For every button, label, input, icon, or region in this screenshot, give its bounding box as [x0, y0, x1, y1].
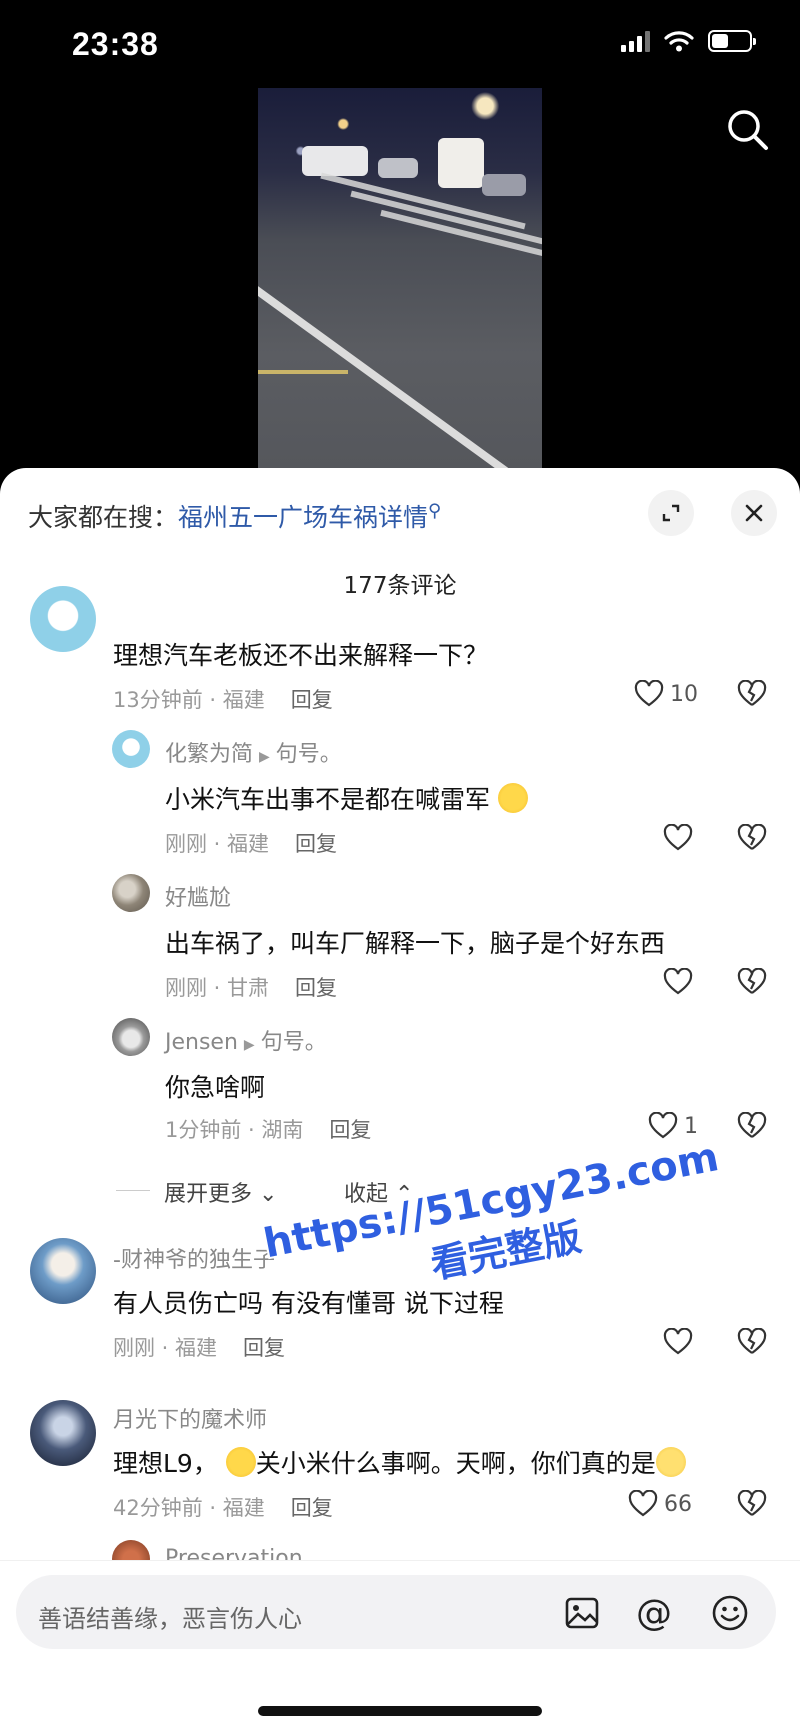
status-bar: 23:38 [0, 0, 800, 90]
close-button[interactable] [731, 490, 777, 536]
broken-heart-icon [737, 1327, 767, 1354]
mention-button[interactable]: @ [634, 1592, 674, 1634]
reply-arrow-icon: ▶ [259, 749, 270, 765]
username[interactable]: 化繁为简 ▶ 句号。 [165, 736, 342, 768]
comment-meta: 刚刚 · 甘肃 回复 [165, 976, 338, 1000]
status-icons [621, 30, 756, 52]
emoji-icon [712, 1595, 748, 1631]
video-thumbnail[interactable] [258, 88, 542, 468]
trending-search[interactable]: 大家都在搜：福州五一广场车祸详情⚲ [28, 498, 441, 534]
chevron-down-icon: ⌄ [259, 1182, 278, 1207]
pleading-emoji-icon [655, 1447, 686, 1477]
comment-input[interactable]: 善语结善缘，恶言伤人心 @ [16, 1575, 776, 1649]
comment-meta: 1分钟前 · 湖南 回复 [165, 1118, 372, 1142]
avatar[interactable] [112, 1018, 150, 1056]
comment-count: 177条评论 [343, 573, 457, 599]
trending-prefix: 大家都在搜： [28, 503, 179, 532]
username[interactable]: 月光下的魔术师 [113, 1402, 267, 1434]
reply-button[interactable]: 回复 [291, 688, 333, 712]
at-icon: @ [636, 1592, 672, 1634]
heart-icon [634, 680, 664, 707]
comment-meta: 刚刚 · 福建 回复 [165, 832, 338, 856]
reply-to: 句号。 [260, 1030, 327, 1055]
chevron-up-icon: ⌃ [395, 1182, 414, 1207]
avatar[interactable] [30, 586, 96, 652]
dislike-button[interactable] [737, 1111, 767, 1144]
expand-icon [662, 504, 680, 522]
comment-text: 小米汽车出事不是都在喊雷军 [165, 780, 528, 816]
avatar[interactable] [30, 1238, 96, 1304]
home-indicator [258, 1706, 542, 1716]
comment-text: 出车祸了，叫车厂解释一下，脑子是个好东西 [165, 929, 666, 958]
sheet-header: 大家都在搜：福州五一广场车祸详情⚲ 177条评论 [0, 468, 800, 599]
heart-icon [663, 824, 693, 851]
comment-text: 有人员伤亡吗 有没有懂哥 说下过程 [113, 1289, 504, 1318]
search-button[interactable] [724, 106, 772, 154]
input-placeholder: 善语结善缘，恶言伤人心 [38, 1605, 302, 1633]
broken-heart-icon [737, 1111, 767, 1138]
reply-button[interactable]: 回复 [291, 1496, 333, 1520]
dislike-button[interactable] [737, 967, 767, 1000]
avatar[interactable] [112, 730, 150, 768]
heart-icon [663, 1328, 693, 1355]
comment-meta: 刚刚 · 福建 回复 [113, 1336, 286, 1360]
like-button[interactable] [663, 1328, 693, 1356]
dislike-button[interactable] [737, 823, 767, 856]
comment-meta: 42分钟前 · 福建 回复 [113, 1496, 333, 1520]
collapse-button[interactable]: 收起 ⌃ [344, 1176, 413, 1208]
like-count: 10 [670, 681, 698, 707]
broken-heart-icon [737, 679, 767, 706]
battery-icon [708, 30, 756, 52]
image-button[interactable] [562, 1593, 602, 1633]
trending-query[interactable]: 福州五一广场车祸详情⚲ [178, 500, 442, 532]
like-button[interactable]: 1 [648, 1112, 698, 1140]
crying-emoji-icon [225, 1447, 256, 1477]
reply-button[interactable]: 回复 [295, 976, 337, 1000]
battery-level [712, 34, 729, 48]
reply-arrow-icon: ▶ [243, 1037, 255, 1053]
like-count: 1 [684, 1113, 698, 1139]
heart-icon [663, 968, 693, 995]
comment-meta: 13分钟前 · 福建 回复 [113, 688, 333, 712]
status-time: 23:38 [72, 26, 159, 62]
dislike-button[interactable] [737, 1327, 767, 1360]
reply-button[interactable]: 回复 [243, 1336, 285, 1360]
heart-icon [648, 1112, 678, 1139]
like-button[interactable] [663, 824, 693, 852]
expand-more-button[interactable]: 展开更多 ⌄ [164, 1176, 277, 1208]
broken-heart-icon [737, 1489, 767, 1516]
expand-button[interactable] [648, 490, 694, 536]
reply-button[interactable]: 回复 [295, 832, 337, 856]
search-icon [728, 110, 768, 150]
comment-text: 理想L9， 关小米什么事啊。天啊，你们真的是 [113, 1444, 686, 1480]
wifi-icon [664, 31, 694, 52]
thread-controls: 展开更多 ⌄ 收起 ⌃ [112, 1176, 512, 1208]
avatar[interactable] [30, 1400, 96, 1466]
dislike-button[interactable] [737, 679, 767, 712]
reply-to: 句号。 [275, 742, 342, 767]
avatar[interactable] [112, 874, 150, 912]
emoji-button[interactable] [710, 1593, 750, 1633]
reply-button[interactable]: 回复 [329, 1118, 371, 1142]
like-button[interactable] [663, 968, 693, 996]
comment-text: 理想汽车老板还不出来解释一下？ [113, 641, 489, 670]
username[interactable]: -财神爷的独生子 [113, 1242, 275, 1274]
heart-icon [628, 1490, 658, 1517]
like-button[interactable]: 10 [634, 680, 698, 708]
broken-heart-icon [737, 823, 767, 850]
signal-icon [621, 30, 650, 52]
broken-heart-icon [737, 967, 767, 994]
close-icon [745, 504, 763, 522]
image-icon [565, 1597, 599, 1629]
like-button[interactable]: 66 [628, 1490, 692, 1518]
thinking-emoji-icon [497, 783, 528, 813]
dislike-button[interactable] [737, 1489, 767, 1522]
comment-text: 你急啥啊 [165, 1073, 266, 1102]
search-icon: ⚲ [428, 500, 442, 522]
username[interactable]: Jensen ▶ 句号。 [165, 1024, 327, 1056]
username[interactable]: 好尴尬 [165, 880, 231, 912]
like-count: 66 [664, 1491, 692, 1517]
